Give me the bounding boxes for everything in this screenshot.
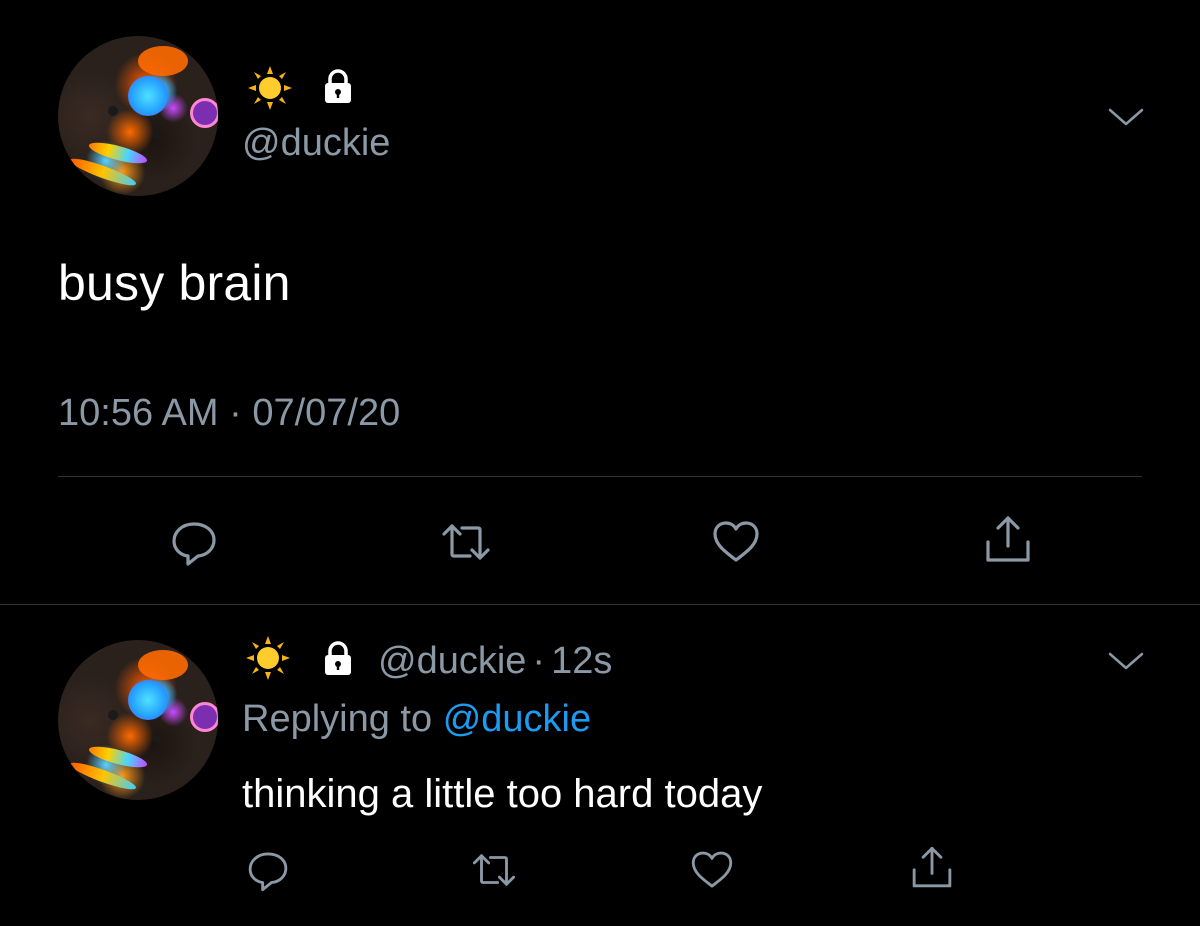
share-button[interactable] — [904, 840, 960, 896]
reply-button[interactable] — [240, 842, 296, 898]
retweet-icon — [472, 854, 516, 886]
share-button[interactable] — [978, 510, 1038, 570]
reply-text: thinking a little too hard today — [242, 772, 763, 816]
tweet-timestamp[interactable]: 10:56 AM · 07/07/20 — [58, 392, 400, 435]
sun-emoji — [248, 66, 292, 115]
replying-to: Replying to @duckie — [242, 698, 591, 741]
like-icon — [691, 851, 733, 888]
replying-to-handle[interactable]: @duckie — [443, 698, 591, 740]
share-icon — [912, 846, 952, 888]
meta-separator: · — [532, 640, 546, 682]
avatar[interactable] — [58, 36, 218, 196]
reply-meta: @duckie · 12s — [378, 640, 612, 683]
reply-time[interactable]: 12s — [551, 640, 612, 682]
reply-button[interactable] — [164, 512, 224, 572]
chevron-down-icon[interactable] — [1104, 640, 1148, 689]
lock-icon — [320, 640, 356, 681]
retweet-icon — [442, 524, 490, 560]
like-icon — [713, 521, 759, 562]
reply-handle[interactable]: @duckie — [378, 640, 526, 682]
reply-icon — [172, 522, 216, 566]
like-button[interactable] — [706, 512, 766, 572]
reply-icon — [248, 852, 288, 892]
retweet-button[interactable] — [436, 512, 496, 572]
avatar[interactable] — [58, 640, 218, 800]
retweet-button[interactable] — [466, 842, 522, 898]
chevron-down-icon[interactable] — [1104, 96, 1148, 145]
tweet-text: busy brain — [58, 255, 291, 311]
like-button[interactable] — [684, 842, 740, 898]
divider — [58, 476, 1142, 477]
tweet-handle[interactable]: @duckie — [242, 122, 390, 165]
sun-emoji — [246, 636, 290, 685]
replying-to-label: Replying to — [242, 698, 433, 740]
divider — [0, 604, 1200, 605]
lock-icon — [320, 68, 356, 109]
share-icon — [986, 516, 1030, 562]
